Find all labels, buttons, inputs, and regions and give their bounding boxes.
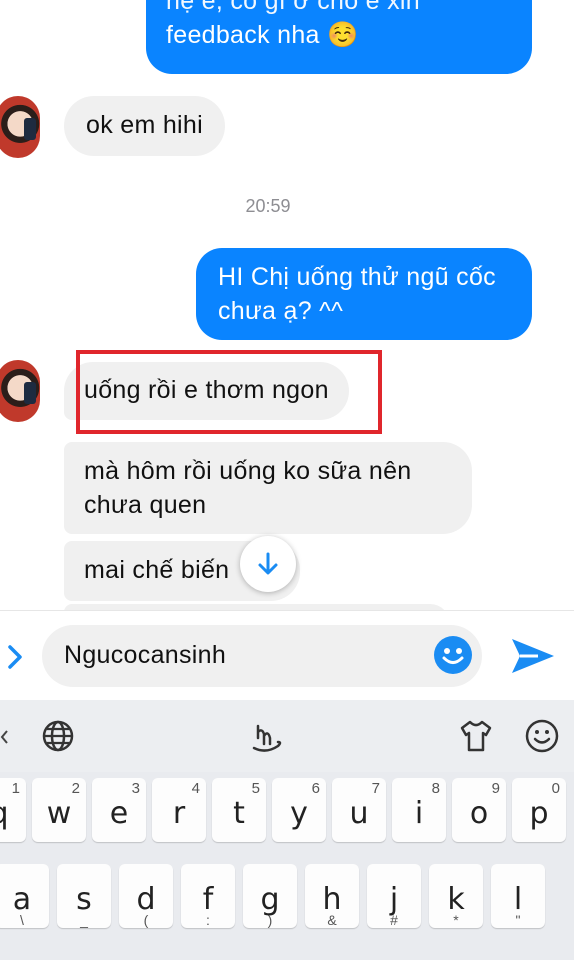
message-text-line: chưa ạ? ^^ — [218, 297, 344, 325]
key-d[interactable]: (d — [119, 864, 173, 928]
key-label: i — [414, 796, 424, 831]
arrow-down-icon — [258, 552, 278, 575]
key-label: q — [0, 796, 26, 831]
key-label: y — [290, 796, 308, 831]
key-label: j — [389, 882, 399, 917]
key-w[interactable]: 2w — [32, 778, 86, 842]
message-text: ok em hihi — [86, 111, 203, 139]
key-label: t — [233, 796, 245, 831]
scroll-to-bottom-button[interactable] — [240, 536, 296, 592]
key-f[interactable]: :f — [181, 864, 235, 928]
key-hint: 1 — [11, 780, 20, 797]
key-hint: 9 — [491, 780, 500, 797]
handwriting-icon[interactable] — [248, 718, 284, 754]
key-o[interactable]: 9o — [452, 778, 506, 842]
key-label: l — [513, 882, 523, 917]
key-s[interactable]: _ s — [57, 864, 111, 928]
key-h[interactable]: & h — [305, 864, 359, 928]
message-timestamp: 20:59 — [245, 196, 291, 216]
emoji-button[interactable] — [434, 636, 472, 674]
key-u[interactable]: 7u — [332, 778, 386, 842]
conversation-area: hệ e, có gì ở chỗ e xin feedback nha ☺️ … — [0, 0, 574, 610]
message-text: mai chế biến — [84, 556, 230, 584]
key-label: w — [46, 796, 72, 831]
key-q[interactable]: 1q — [0, 778, 26, 842]
key-y[interactable]: 6y — [272, 778, 326, 842]
key-i[interactable]: 8i — [392, 778, 446, 842]
key-label: p — [529, 796, 549, 831]
key-label: f — [202, 882, 214, 917]
outgoing-message[interactable]: HI Chị uống thử ngũ cốc chưa ạ? ^^ — [196, 248, 532, 340]
key-hint: 3 — [131, 780, 140, 797]
key-hint: 6 — [311, 780, 320, 797]
key-label: e — [109, 796, 129, 831]
key-label: k — [447, 882, 465, 917]
key-label: d — [136, 882, 156, 917]
key-k[interactable]: * k — [429, 864, 483, 928]
key-label: o — [469, 796, 489, 831]
key-hint: 7 — [371, 780, 380, 797]
key-j[interactable]: # j — [367, 864, 421, 928]
key-hint: 8 — [431, 780, 440, 797]
chevron-left-icon[interactable] — [0, 730, 10, 744]
key-r[interactable]: 4r — [152, 778, 206, 842]
message-composer: Ngucocansinh — [0, 610, 574, 700]
key-label: h — [322, 882, 342, 917]
key-hint: 0 — [551, 780, 560, 797]
incoming-message[interactable]: mà hôm rồi uống ko sữa nên chưa quen — [64, 442, 472, 534]
message-text-line: mà hôm rồi uống ko sữa nên — [84, 457, 412, 485]
expand-icon[interactable] — [2, 641, 26, 673]
key-l[interactable]: " l — [491, 864, 545, 928]
key-label: s — [76, 882, 92, 917]
smiley-icon[interactable] — [524, 718, 560, 754]
onscreen-keyboard: 1q2w3e4r5t6y7u8i9o0p \a_s(d:f)g&h#j*k"l — [0, 700, 574, 960]
message-input-value: Ngucocansinh — [64, 641, 227, 669]
key-hint: 5 — [251, 780, 260, 797]
emoji-icon — [442, 648, 464, 664]
key-label: a — [12, 882, 32, 917]
key-g[interactable]: ) g — [243, 864, 297, 928]
key-e[interactable]: 3e — [92, 778, 146, 842]
message-input[interactable]: Ngucocansinh — [42, 625, 482, 687]
message-text-line: HI Chị uống thử ngũ cốc — [218, 263, 496, 291]
message-text-line: hệ e, có gì ở chỗ e xin — [166, 0, 420, 15]
outgoing-message[interactable]: hệ e, có gì ở chỗ e xin feedback nha ☺️ — [146, 0, 532, 74]
globe-icon[interactable] — [40, 718, 76, 754]
key-p[interactable]: 0p — [512, 778, 566, 842]
key-hint: 2 — [71, 780, 80, 797]
key-label: u — [349, 796, 369, 831]
highlight-annotation-box — [76, 350, 382, 434]
key-a[interactable]: \ a — [0, 864, 49, 928]
keyboard-toolbar — [0, 700, 574, 772]
message-text-line: chưa quen — [84, 491, 207, 519]
message-text-line: feedback nha ☺️ — [166, 21, 359, 49]
incoming-message[interactable]: ok em hihi — [64, 96, 225, 156]
key-t[interactable]: 5t — [212, 778, 266, 842]
contact-avatar[interactable] — [0, 360, 40, 422]
key-label: r — [172, 796, 186, 831]
send-icon[interactable] — [508, 635, 556, 677]
shirt-icon[interactable] — [458, 718, 494, 754]
key-label: g — [260, 882, 280, 917]
contact-avatar[interactable] — [0, 96, 40, 158]
key-hint: 4 — [191, 780, 200, 797]
